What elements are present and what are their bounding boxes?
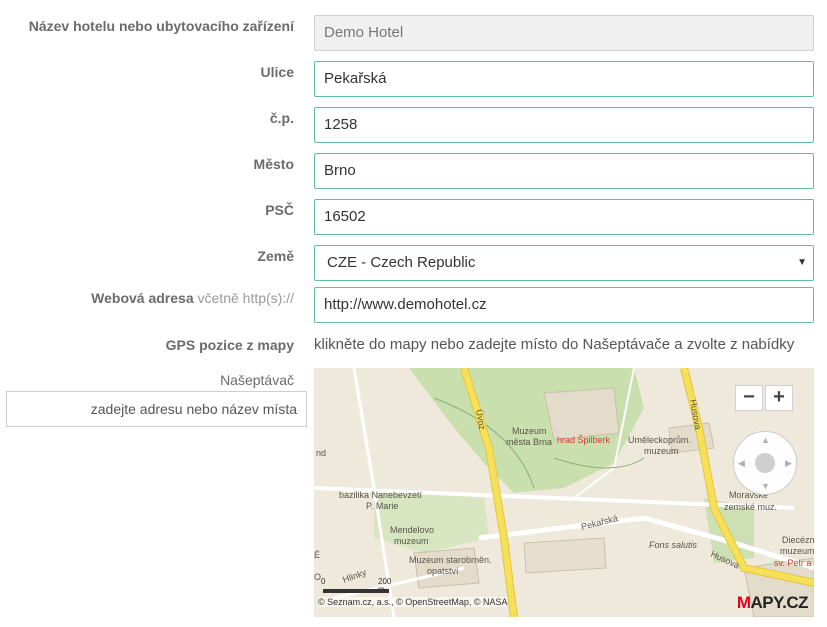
castle-building [543,387,620,441]
map-label-muzstar: Muzeum starobrněn. [409,555,492,565]
pan-center-icon[interactable] [755,453,775,473]
gps-hint: klikněte do mapy nebo zadejte místo do N… [314,336,795,353]
hotel-name-label: Název hotelu nebo ubytovacího zařízení [28,18,294,34]
website-label-text: Webová adresa [91,290,194,306]
map-label-muzstar2: opatství [427,566,459,576]
map-attribution[interactable]: © Seznam.cz, a.s., © OpenStreetMap, © NA… [318,597,508,607]
map-label-museum2: města Brna [506,437,552,447]
street-label: Ulice [260,64,294,80]
country-select-value: CZE - Czech Republic [327,254,476,271]
map-label-hlinky: Hlinky [341,567,368,585]
scale-zero: 0 [321,577,326,586]
map-label-basilica: bazilika Nanebevzetí [339,490,423,500]
map-label-diec2: muzeum [780,546,814,556]
map-canvas[interactable]: Muzeum města Brna hrad Špilberk Umělecko… [314,368,814,617]
map-label-ee: É [314,550,320,560]
search-label: Našeptávač [220,372,294,388]
street-input[interactable]: Pekařská [314,61,814,97]
website-input[interactable]: http://www.demohotel.cz [314,287,814,323]
website-label-hint: včetně http(s):// [197,290,294,306]
country-label: Země [257,248,294,264]
pan-control[interactable]: ▲ ▼ ◀ ▶ [733,431,797,495]
house-number-input[interactable]: 1258 [314,107,814,143]
pan-left-icon[interactable]: ◀ [738,459,745,468]
city-input[interactable]: Brno [314,153,814,189]
map-label-castle: hrad Špilberk [557,435,611,445]
website-label: Webová adresa včetně http(s):// [91,290,294,306]
mapy-logo[interactable]: MAPY.CZ [737,593,809,613]
country-select[interactable]: CZE - Czech Republic ▼ [314,245,814,281]
scale-bar [323,589,389,593]
map-label-fons: Fons salutis [649,540,698,550]
hotel-name-input[interactable]: Demo Hotel [314,15,814,51]
building-3 [523,537,607,574]
zoom-out-button[interactable]: − [735,385,763,411]
pan-up-icon[interactable]: ▲ [761,436,770,445]
postal-code-input[interactable]: 16502 [314,199,814,235]
map-label-oo: O [314,572,321,582]
map-label-umel2: muzeum [644,446,679,456]
map-label-nd: nd [316,448,326,458]
map-label-basilica2: P. Marie [366,501,398,511]
map-label-mendel2: muzeum [394,536,429,546]
postal-code-label: PSČ [265,202,294,218]
map-label-diec: Diecézn [782,535,814,545]
pan-down-icon[interactable]: ▼ [761,482,770,491]
map-label-mendel: Mendelovo [390,525,434,535]
map-label-umel: Uměleckoprům. [628,435,691,445]
pan-right-icon[interactable]: ▶ [785,459,792,468]
zoom-in-button[interactable]: + [765,385,793,411]
map-label-museum: Muzeum [512,426,547,436]
search-input[interactable]: zadejte adresu nebo název místa [6,391,307,427]
map-label-pekarska: Pekařská [580,513,619,532]
city-label: Město [253,156,294,172]
gps-label: GPS pozice z mapy [165,337,294,353]
house-number-label: č.p. [269,110,294,126]
map-label-moravske2: zemské muz. [724,502,777,512]
map-label-svpetr: sv. Petr a [774,558,811,568]
chevron-down-icon: ▼ [797,257,807,268]
